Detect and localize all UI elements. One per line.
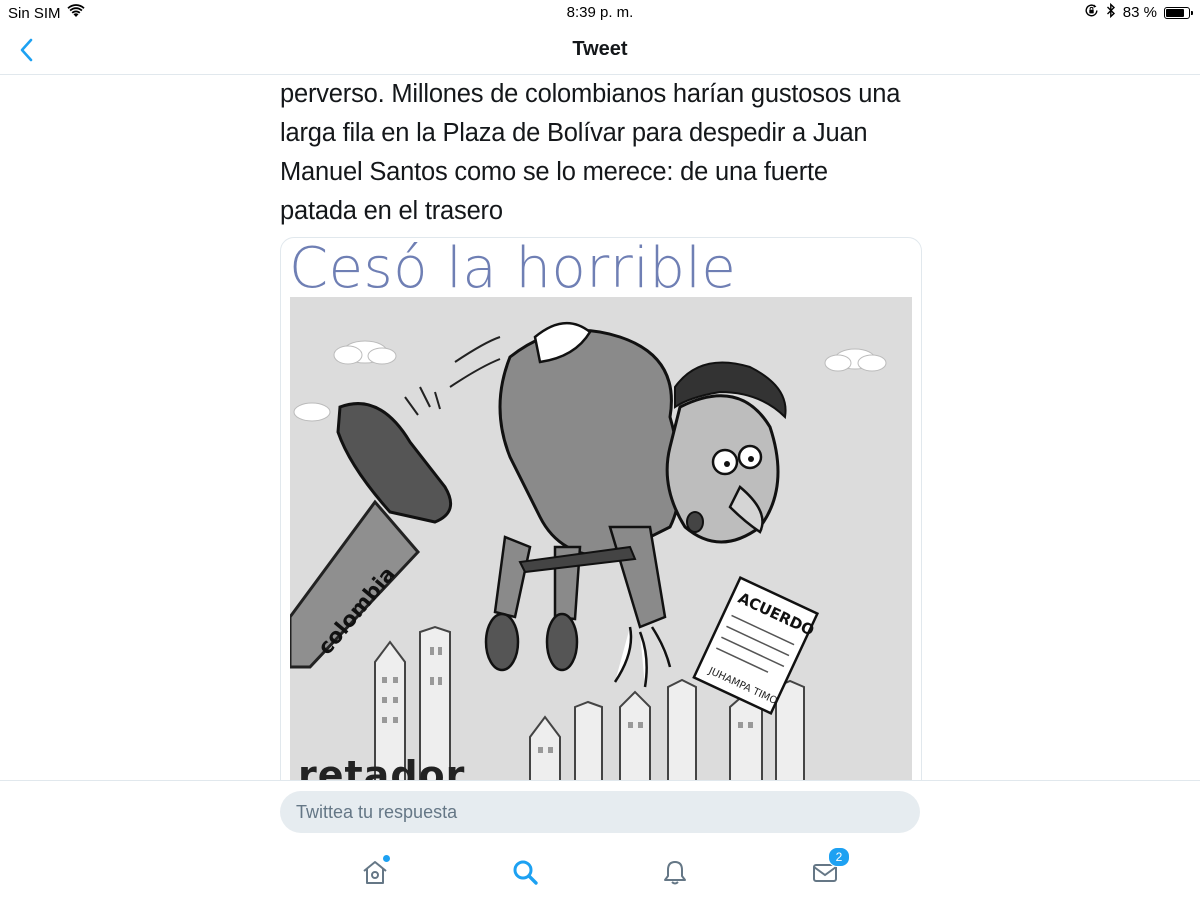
tweet-text-line: perverso. Millones de colombianos harían…	[280, 80, 901, 108]
tab-messages[interactable]: 2	[810, 847, 850, 887]
screen: Sin SIM 8:39 p. m. 83 % Tweet perverso. …	[0, 0, 1200, 900]
battery-icon	[1164, 6, 1193, 19]
tab-search[interactable]	[510, 857, 540, 887]
search-icon	[513, 860, 538, 885]
status-right: 83 %	[1084, 2, 1193, 22]
orientation-lock-icon	[1084, 3, 1099, 22]
tweet-text: perverso. Millones de colombianos harían…	[280, 75, 930, 231]
cartoon-illustration: colombia ACUERDO JUHAMPA TIMO retador	[290, 297, 912, 780]
nav-bar: Tweet	[0, 26, 1200, 75]
artist-signature: retador	[298, 753, 466, 780]
tweet-media-image[interactable]: Cesó la horrible noche	[280, 237, 922, 780]
status-bar: Sin SIM 8:39 p. m. 83 %	[0, 0, 1200, 26]
reply-input[interactable]	[280, 791, 920, 833]
battery-level	[1166, 8, 1185, 17]
reply-bar: 2	[0, 780, 1200, 900]
tweet-text-line: patada en el trasero	[280, 197, 503, 225]
tab-bar: 2	[0, 847, 1200, 891]
tweet-text-line: Manuel Santos como se lo merece: de una …	[280, 158, 828, 186]
tweet-detail: perverso. Millones de colombianos harían…	[0, 75, 1200, 780]
bell-icon	[664, 861, 686, 885]
tab-notifications[interactable]	[660, 857, 690, 887]
bluetooth-icon	[1106, 2, 1116, 22]
status-time: 8:39 p. m.	[566, 4, 634, 21]
page-title: Tweet	[572, 38, 628, 60]
tweet-text-line: larga fila en la Plaza de Bolívar para d…	[280, 119, 868, 147]
new-content-dot	[383, 855, 390, 862]
battery-percent: 83 %	[1122, 4, 1157, 21]
tab-home[interactable]	[360, 855, 390, 887]
messages-badge: 2	[828, 847, 850, 867]
